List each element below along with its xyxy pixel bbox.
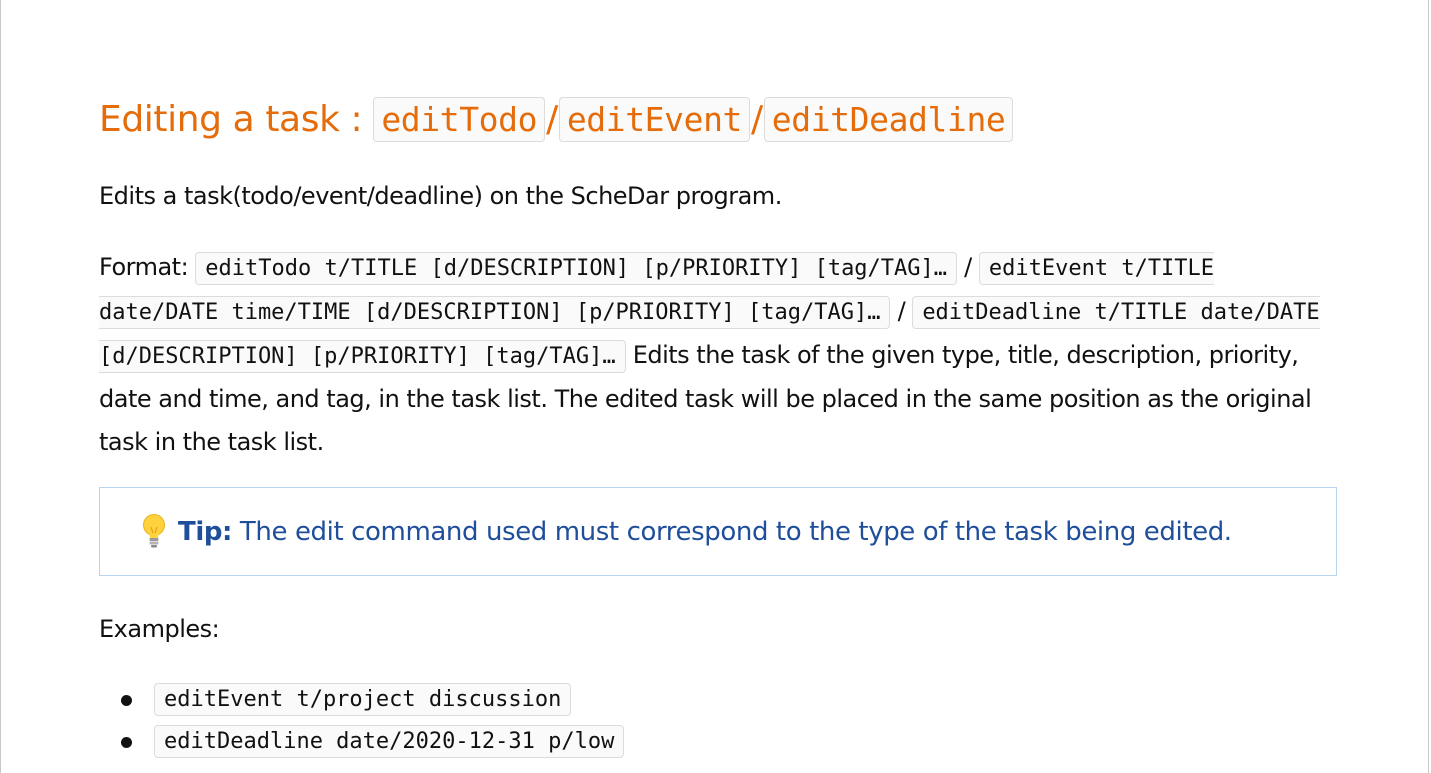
heading-prefix: Editing a task : xyxy=(99,99,374,140)
format-paragraph: Format: editTodo t/TITLE [d/DESCRIPTION]… xyxy=(99,246,1339,464)
bullet-icon xyxy=(121,737,132,748)
tip-label: Tip: xyxy=(178,517,233,547)
heading-command-editdeadline: editDeadline xyxy=(763,97,1014,142)
bullet-icon xyxy=(121,695,132,706)
format-label: Format: xyxy=(99,253,196,281)
description-paragraph: Edits a task(todo/event/deadline) on the… xyxy=(99,182,782,210)
heading-separator: / xyxy=(546,99,558,140)
document-frame: Editing a task : editTodo / editEvent / edit… xyxy=(0,0,1429,773)
list-item: editEvent t/project discussion xyxy=(99,680,624,722)
heading-command-edittodo: editTodo xyxy=(373,97,546,142)
lightbulb-icon xyxy=(140,513,168,549)
list-item: editDeadline date/2020-12-31 p/low xyxy=(99,722,625,764)
format-separator: / xyxy=(890,297,913,325)
format-code-edittodo: editTodo t/TITLE [d/DESCRIPTION] [p/PRIO… xyxy=(195,252,958,285)
heading-command-editevent: editEvent xyxy=(558,97,751,142)
examples-label: Examples: xyxy=(99,615,220,643)
tip-content: Tip: The edit command used must correspo… xyxy=(140,512,1232,552)
format-separator: / xyxy=(957,253,979,281)
example-code: editEvent t/project discussion xyxy=(154,683,572,716)
heading-separator: / xyxy=(751,99,763,140)
examples-list: editEvent t/project discussion editDeadl… xyxy=(99,680,625,764)
tip-text: The edit command used must correspond to… xyxy=(232,517,1232,547)
tip-box: Tip: The edit command used must correspo… xyxy=(99,487,1337,576)
section-heading: Editing a task : editTodo / editEvent / edit… xyxy=(99,94,1014,146)
example-code: editDeadline date/2020-12-31 p/low xyxy=(154,725,625,758)
